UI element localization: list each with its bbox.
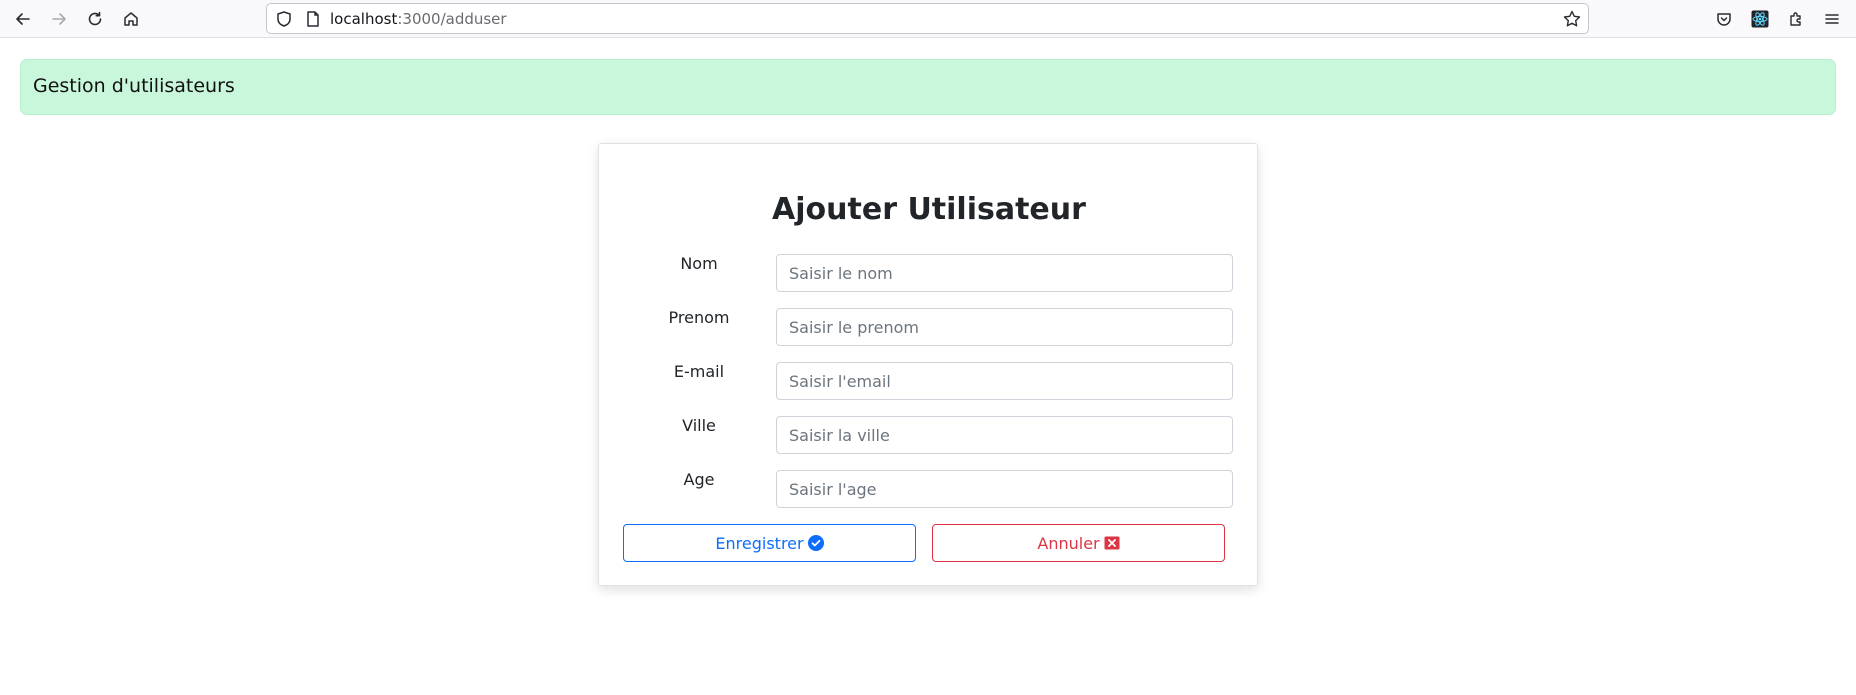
ville-input[interactable] bbox=[776, 416, 1233, 454]
cancel-button-label: Annuler bbox=[1037, 533, 1100, 553]
age-label: Age bbox=[683, 470, 715, 489]
url-host: localhost bbox=[330, 10, 398, 28]
star-icon[interactable] bbox=[1562, 9, 1582, 29]
hamburger-icon bbox=[1825, 14, 1839, 24]
app-header: Gestion d'utilisateurs bbox=[20, 59, 1836, 115]
email-input[interactable] bbox=[776, 362, 1233, 400]
pocket-button[interactable] bbox=[1711, 6, 1737, 32]
email-label: E-mail bbox=[673, 362, 725, 381]
shield-icon[interactable] bbox=[275, 10, 293, 28]
app-title: Gestion d'utilisateurs bbox=[33, 75, 235, 97]
age-input[interactable] bbox=[776, 470, 1233, 508]
forward-button[interactable] bbox=[46, 6, 72, 32]
extensions-button[interactable] bbox=[1783, 6, 1809, 32]
check-circle-icon bbox=[807, 535, 824, 551]
pocket-icon bbox=[1717, 13, 1731, 26]
back-button[interactable] bbox=[10, 6, 36, 32]
prenom-label: Prenom bbox=[668, 308, 730, 327]
menu-button[interactable] bbox=[1819, 6, 1845, 32]
home-button[interactable] bbox=[118, 6, 144, 32]
prenom-input[interactable] bbox=[776, 308, 1233, 346]
url-path: :3000/adduser bbox=[397, 10, 507, 28]
form-row-email: E-mail bbox=[599, 362, 1259, 400]
nom-input[interactable] bbox=[776, 254, 1233, 292]
arrow-left-icon bbox=[16, 13, 30, 25]
url-text[interactable]: localhost:3000/adduser bbox=[330, 10, 507, 28]
ville-label: Ville bbox=[682, 416, 716, 435]
x-square-icon bbox=[1104, 536, 1120, 550]
nom-label: Nom bbox=[680, 254, 718, 273]
form-row-ville: Ville bbox=[599, 416, 1259, 454]
form-row-age: Age bbox=[599, 470, 1259, 508]
save-button-label: Enregistrer bbox=[715, 533, 804, 553]
add-user-card: Ajouter Utilisateur Nom Prenom E-mail Vi… bbox=[598, 143, 1258, 586]
page-icon[interactable] bbox=[304, 10, 322, 28]
browser-toolbar: localhost:3000/adduser bbox=[0, 0, 1856, 38]
cancel-button[interactable]: Annuler bbox=[932, 524, 1225, 562]
url-bar[interactable]: localhost:3000/adduser bbox=[266, 3, 1589, 34]
save-button[interactable]: Enregistrer bbox=[623, 524, 916, 562]
reload-icon bbox=[88, 11, 102, 26]
home-icon bbox=[124, 12, 138, 26]
reload-button[interactable] bbox=[82, 6, 108, 32]
react-devtools-button[interactable] bbox=[1747, 6, 1773, 32]
puzzle-icon bbox=[1790, 12, 1801, 26]
form-row-prenom: Prenom bbox=[599, 308, 1259, 346]
form-title: Ajouter Utilisateur bbox=[772, 192, 1086, 227]
form-row-nom: Nom bbox=[599, 254, 1259, 292]
arrow-right-icon bbox=[52, 13, 66, 25]
react-icon bbox=[1751, 10, 1769, 28]
